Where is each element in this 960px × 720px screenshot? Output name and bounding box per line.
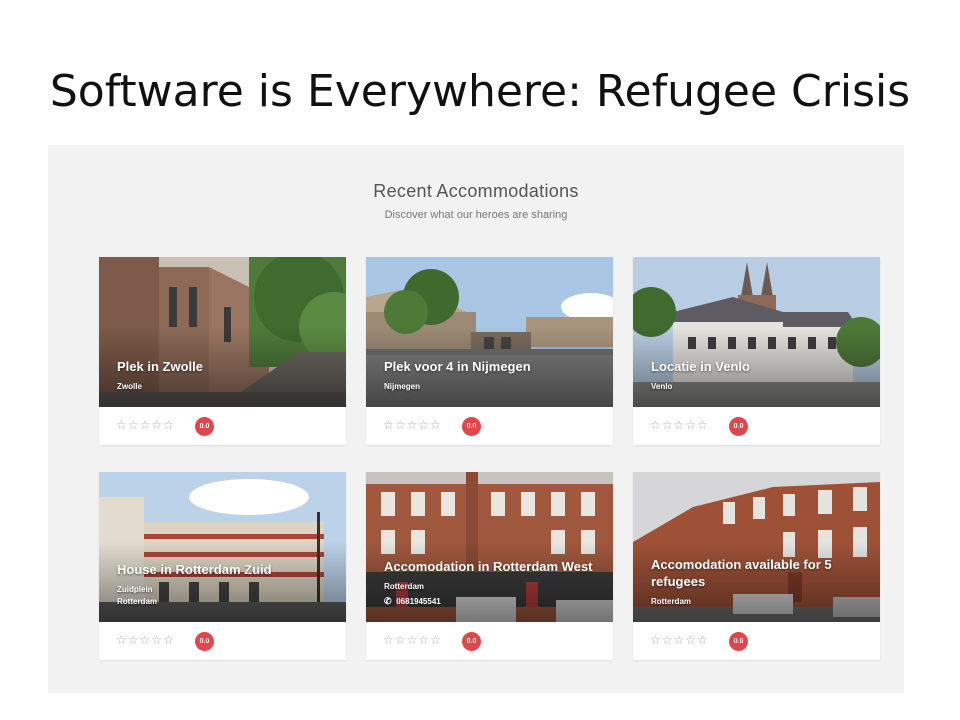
accommodation-photo: Plek voor 4 in Nijmegen Nijmegen	[366, 257, 613, 407]
card-title[interactable]: Plek voor 4 in Nijmegen	[384, 358, 599, 375]
card-footer: ☆☆☆☆☆ 0.0	[99, 407, 346, 445]
section-title: Recent Accommodations	[373, 181, 579, 201]
card-city: Zwolle	[117, 382, 142, 391]
card-neighborhood: Zuidplein	[117, 585, 153, 594]
accommodation-card[interactable]: Locatie in Venlo Venlo ☆☆☆☆☆ 0.0	[633, 257, 880, 445]
card-city: Rotterdam	[651, 597, 692, 606]
accommodation-photo: Plek in Zwolle Zwolle	[99, 257, 346, 407]
card-footer: ☆☆☆☆☆ 0.0	[633, 407, 880, 445]
card-phone[interactable]: ✆ 0681945541	[384, 595, 599, 608]
rating-badge: 0.0	[729, 632, 748, 651]
card-city: Rotterdam	[117, 597, 158, 606]
accommodation-card[interactable]: Accomodation in Rotterdam West Rotterdam…	[366, 472, 613, 660]
card-footer: ☆☆☆☆☆ 0.0	[366, 407, 613, 445]
card-city: Venlo	[651, 382, 673, 391]
card-city: Rotterdam	[384, 582, 425, 591]
accommodation-photo: Accomodation available for 5 refugees Ro…	[633, 472, 880, 622]
website-screenshot: Recent Accommodations Discover what our …	[48, 145, 904, 693]
rating-badge: 0.0	[195, 632, 214, 651]
slide-title: Software is Everywhere: Refugee Crisis	[49, 66, 911, 117]
accommodation-card[interactable]: Accomodation available for 5 refugees Ro…	[633, 472, 880, 660]
accommodation-photo: House in Rotterdam Zuid Zuidplein Rotter…	[99, 472, 346, 622]
star-outline-icon[interactable]: ☆☆☆☆☆	[116, 633, 175, 647]
card-title[interactable]: Plek in Zwolle	[117, 358, 332, 375]
accommodation-card[interactable]: Plek in Zwolle Zwolle ☆☆☆☆☆ 0.0	[99, 257, 346, 445]
rating-badge: 0.0	[462, 632, 481, 651]
card-title[interactable]: Accomodation available for 5 refugees	[651, 556, 866, 590]
card-title[interactable]: Locatie in Venlo	[651, 358, 866, 375]
accommodation-card[interactable]: House in Rotterdam Zuid Zuidplein Rotter…	[99, 472, 346, 660]
rating-badge: 0.0	[729, 417, 748, 436]
rating-badge: 0.0	[195, 417, 214, 436]
rating-badge: 0.0	[462, 417, 481, 436]
card-footer: ☆☆☆☆☆ 0.0	[633, 622, 880, 660]
star-outline-icon[interactable]: ☆☆☆☆☆	[650, 633, 709, 647]
star-outline-icon[interactable]: ☆☆☆☆☆	[116, 418, 175, 432]
accommodation-photo: Locatie in Venlo Venlo	[633, 257, 880, 407]
accommodation-photo: Accomodation in Rotterdam West Rotterdam…	[366, 472, 613, 622]
card-footer: ☆☆☆☆☆ 0.0	[366, 622, 613, 660]
star-outline-icon[interactable]: ☆☆☆☆☆	[383, 418, 442, 432]
phone-icon: ✆	[384, 596, 392, 606]
card-title[interactable]: House in Rotterdam Zuid	[117, 561, 332, 578]
phone-number: 0681945541	[396, 597, 441, 606]
star-outline-icon[interactable]: ☆☆☆☆☆	[383, 633, 442, 647]
section-subtitle: Discover what our heroes are sharing	[384, 209, 568, 221]
card-city: Nijmegen	[384, 382, 421, 391]
star-outline-icon[interactable]: ☆☆☆☆☆	[650, 418, 709, 432]
accommodation-card[interactable]: Plek voor 4 in Nijmegen Nijmegen ☆☆☆☆☆ 0…	[366, 257, 613, 445]
card-title[interactable]: Accomodation in Rotterdam West	[384, 558, 599, 575]
card-footer: ☆☆☆☆☆ 0.0	[99, 622, 346, 660]
